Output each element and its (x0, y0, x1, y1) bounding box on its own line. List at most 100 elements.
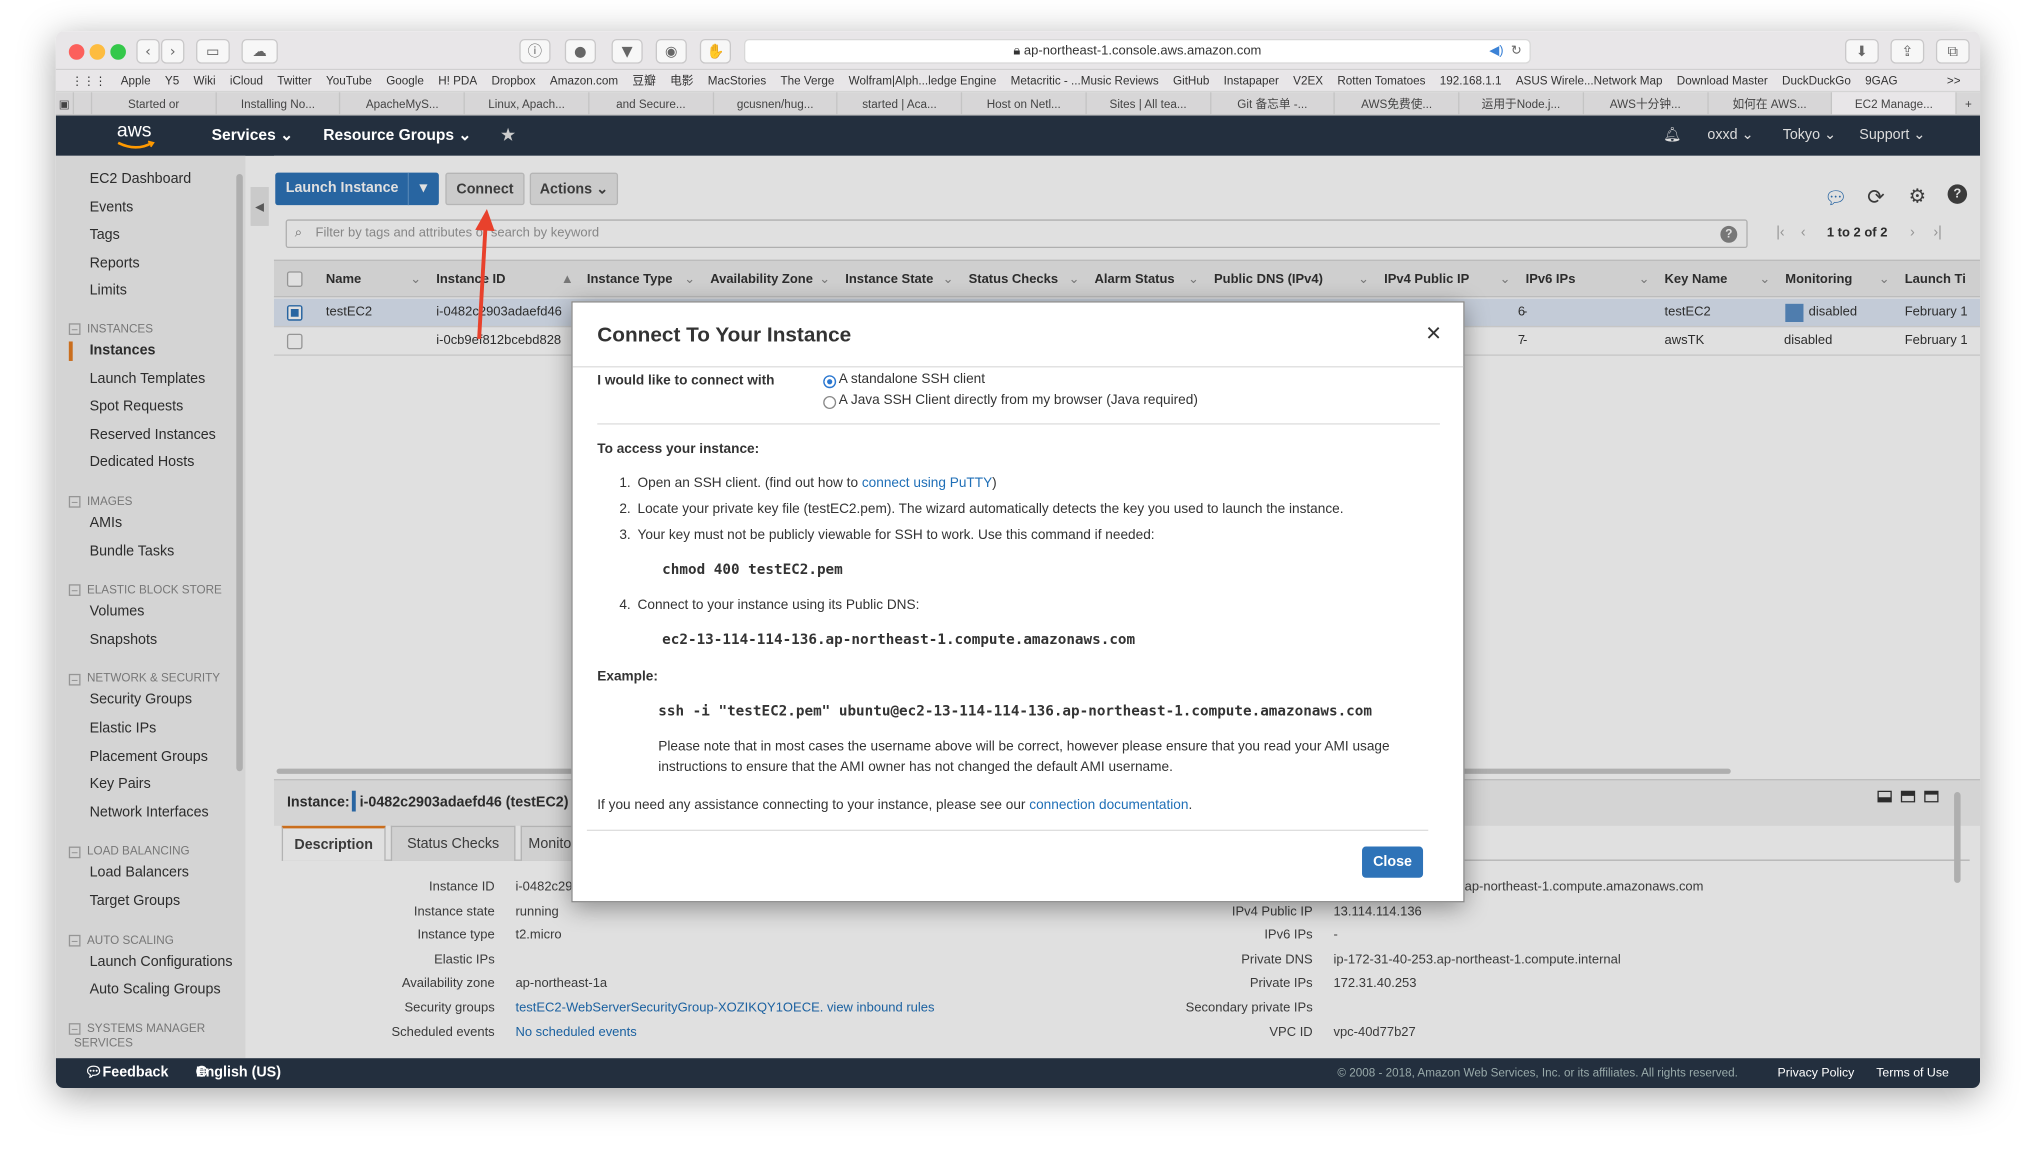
address-bar[interactable]: 🔒︎ ap-northeast-1.console.aws.amazon.com… (743, 38, 1531, 64)
browser-tab[interactable]: 运用于Node.j... (1459, 92, 1584, 115)
services-menu[interactable]: Services ⌄ (212, 116, 294, 156)
bookmark[interactable]: Dropbox (491, 70, 535, 91)
bell-icon[interactable]: 🔔︎ (1663, 116, 1681, 156)
java-ssh-radio[interactable] (823, 396, 837, 409)
extension-2-icon[interactable]: ◉ (655, 38, 687, 64)
bookmark[interactable]: The Verge (780, 70, 834, 91)
help-text: If you need any assistance connecting to… (597, 797, 1193, 813)
aws-smile-icon (117, 140, 155, 149)
browser-tab[interactable]: started | Aca... (838, 92, 963, 115)
pinned-tab-icon[interactable]: ▣ (56, 92, 75, 115)
terms-of-use-link[interactable]: Terms of Use (1876, 1058, 1949, 1088)
forward-icon[interactable]: › (161, 38, 185, 64)
back-icon[interactable]: ‹ (136, 38, 160, 64)
bookmark[interactable]: ASUS Wirele...Network Map (1516, 70, 1663, 91)
example-command: ssh -i "testEC2.pem" ubuntu@ec2-13-114-1… (658, 702, 1373, 720)
share-icon[interactable]: ⇪ (1890, 38, 1925, 64)
browser-tab[interactable]: Started or (92, 92, 217, 115)
download-icon[interactable]: ⬇ (1845, 38, 1879, 64)
step-number: 2. (619, 501, 631, 517)
copyright-text: © 2008 - 2018, Amazon Web Services, Inc.… (1337, 1065, 1738, 1079)
bookmark[interactable]: DuckDuckGo (1782, 70, 1851, 91)
step-number: 1. (619, 475, 631, 491)
close-button[interactable]: Close (1362, 846, 1424, 878)
extension-3-icon[interactable]: ✋ (699, 38, 731, 64)
example-heading: Example: (597, 668, 658, 685)
note-line-2: instructions to ensure that the AMI owne… (658, 759, 1173, 776)
browser-tab[interactable]: Git 备忘单 -... (1211, 92, 1336, 115)
bookmark[interactable]: Y5 (165, 70, 179, 91)
java-ssh-label[interactable]: A Java SSH Client directly from my brows… (839, 392, 1198, 408)
extension-1-icon[interactable]: ● (564, 38, 596, 64)
connection-docs-link[interactable]: connection documentation (1029, 797, 1188, 813)
close-window-button[interactable] (68, 44, 85, 60)
browser-window: ‹ › ▭ ☁ ⓘ ● ▼ ◉ ✋ 🔒︎ ap-northeast-1.cons… (55, 31, 1981, 1089)
account-menu[interactable]: oxxd ⌄ (1707, 116, 1753, 156)
step-4: Connect to your instance using its Publi… (637, 597, 920, 613)
browser-tab[interactable]: gcusnen/hug... (714, 92, 838, 115)
browser-tab[interactable]: and Secure... (589, 92, 714, 115)
bookmark[interactable]: Google (386, 70, 424, 91)
bookmark[interactable]: Wolfram|Alph...ledge Engine (849, 70, 997, 91)
bookmark[interactable]: Instapaper (1224, 70, 1279, 91)
audio-icon[interactable]: ◀︎) (1489, 40, 1503, 62)
browser-tab[interactable]: Host on Netl... (962, 92, 1087, 115)
bookmark[interactable]: Rotten Tomatoes (1337, 70, 1425, 91)
bookmark[interactable]: 豆瓣 (632, 70, 655, 91)
step-3: Your key must not be publicly viewable f… (637, 527, 1155, 543)
reader-icon[interactable]: ⓘ (519, 38, 551, 64)
new-tab-button[interactable]: + (1957, 92, 1980, 114)
sidebar-toggle-icon[interactable]: ▭ (196, 38, 230, 64)
browser-tab[interactable]: Sites | All tea... (1087, 92, 1211, 115)
standalone-ssh-label[interactable]: A standalone SSH client (839, 371, 985, 387)
tabs-overview-icon[interactable]: ⧉ (1935, 38, 1970, 64)
bookmark[interactable]: MacStories (708, 70, 766, 91)
bookmark[interactable]: iCloud (230, 70, 263, 91)
bookmark[interactable]: GitHub (1173, 70, 1209, 91)
bookmark[interactable]: YouTube (326, 70, 372, 91)
connect-modal: Connect To Your Instance × I would like … (571, 301, 1465, 903)
pocket-icon[interactable]: ▼ (611, 38, 643, 64)
bookmark[interactable]: H! PDA (438, 70, 477, 91)
browser-toolbar: ‹ › ▭ ☁ ⓘ ● ▼ ◉ ✋ 🔒︎ ap-northeast-1.cons… (55, 31, 1981, 71)
browser-tab[interactable]: ApacheMyS... (341, 92, 466, 115)
browser-tab[interactable]: AWS免费使... (1335, 92, 1460, 115)
privacy-policy-link[interactable]: Privacy Policy (1778, 1058, 1855, 1088)
bookmark[interactable]: Metacritic - ...Music Reviews (1011, 70, 1159, 91)
zoom-window-button[interactable] (110, 44, 126, 60)
minimize-window-button[interactable] (89, 44, 106, 60)
bookmarks-more[interactable]: >> (1947, 70, 1961, 91)
bookmark[interactable]: Wiki (194, 70, 216, 91)
standalone-ssh-radio[interactable] (823, 375, 837, 389)
apple-tab-icon[interactable] (74, 92, 93, 115)
section-divider (597, 423, 1440, 425)
chmod-command: chmod 400 testEC2.pem (662, 560, 843, 578)
close-icon[interactable]: × (1426, 319, 1441, 349)
public-dns: ec2-13-114-114-136.ap-northeast-1.comput… (662, 631, 1136, 648)
bookmark[interactable]: Amazon.com (550, 70, 618, 91)
putty-link[interactable]: connect using PuTTY (862, 475, 992, 491)
bookmark[interactable]: Apple (121, 70, 151, 91)
bookmark[interactable]: V2EX (1293, 70, 1323, 91)
pin-icon[interactable]: ★ (501, 116, 515, 156)
bookmark[interactable]: 192.168.1.1 (1440, 70, 1502, 91)
browser-tab[interactable]: Linux, Apach... (465, 92, 590, 115)
browser-tab[interactable]: Installing No... (216, 92, 341, 115)
region-menu[interactable]: Tokyo ⌄ (1783, 116, 1836, 156)
browser-tab[interactable]: 如何在 AWS... (1708, 92, 1833, 115)
grid-icon[interactable]: ⋮⋮⋮ (71, 70, 106, 91)
bookmark[interactable]: 电影 (670, 70, 693, 91)
bookmark[interactable]: Download Master (1677, 70, 1768, 91)
browser-tab[interactable]: AWS十分钟... (1584, 92, 1709, 115)
lock-icon: 🔒︎ (1013, 44, 1024, 59)
bookmark[interactable]: Twitter (277, 70, 311, 91)
tab-bar: ▣ Started or Installing No... ApacheMyS...… (55, 92, 1981, 116)
icloud-tabs-icon[interactable]: ☁ (241, 38, 278, 64)
resource-groups-menu[interactable]: Resource Groups ⌄ (323, 116, 471, 156)
aws-navbar: aws Services ⌄ Resource Groups ⌄ ★ 🔔︎ ox… (55, 115, 1981, 156)
support-menu[interactable]: Support ⌄ (1859, 116, 1925, 156)
feedback-link[interactable]: 💬︎ Feedback (84, 1058, 168, 1088)
reload-icon[interactable]: ↻ (1511, 40, 1522, 62)
bookmark[interactable]: 9GAG (1865, 70, 1897, 91)
tab-active[interactable]: EC2 Manage... (1832, 92, 1957, 115)
